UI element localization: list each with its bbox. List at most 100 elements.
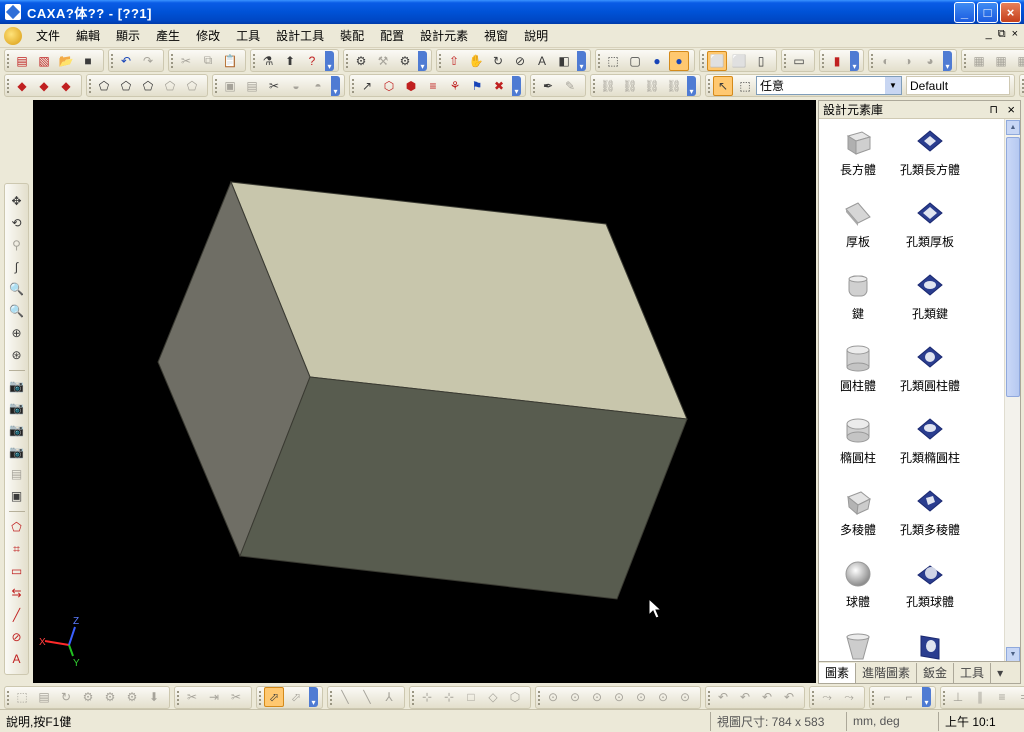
walk-icon[interactable]: ⚲ — [7, 235, 27, 255]
tab-tools[interactable]: 工具 — [954, 662, 992, 683]
toolbar-options-chevron[interactable]: ▾ — [850, 50, 859, 71]
style-field[interactable]: Default — [906, 76, 1010, 95]
arc-tool-2-icon[interactable]: ↶ — [735, 687, 755, 707]
library-scrollbar[interactable]: ▲ ▼ — [1004, 119, 1020, 663]
library-item-box[interactable]: 長方體 — [823, 125, 893, 185]
wireframe-icon[interactable]: ⬚ — [603, 51, 623, 71]
maximize-button[interactable]: □ — [977, 2, 998, 23]
save-icon[interactable]: ■ — [78, 51, 98, 71]
arc-tool-1-icon[interactable]: ↶ — [713, 687, 733, 707]
pan-hand-icon[interactable]: ✋ — [466, 51, 486, 71]
constraint-1-icon[interactable]: ⊥ — [948, 687, 968, 707]
circle-tool-2-icon[interactable]: ⊙ — [565, 687, 585, 707]
rotate-view-icon[interactable]: ↻ — [488, 51, 508, 71]
menu-design-elements[interactable]: 設計元素 — [412, 26, 476, 46]
dim3-icon[interactable]: ⛓ — [642, 76, 662, 96]
frame-icon[interactable]: ▭ — [789, 51, 809, 71]
orbit-icon[interactable]: ⟲ — [7, 213, 27, 233]
grid-icon[interactable]: ▦ — [969, 51, 989, 71]
panel-close-icon[interactable]: × — [1007, 102, 1015, 117]
toolbar-options-chevron[interactable]: ▾ — [922, 687, 931, 707]
realistic-icon[interactable]: ● — [669, 50, 689, 71]
rect-icon[interactable]: ▭ — [7, 561, 27, 581]
circle-tool-7-icon[interactable]: ⊙ — [675, 687, 695, 707]
curve-icon[interactable]: ↗ — [357, 76, 377, 96]
tabs-more-icon[interactable]: ▾ — [991, 663, 1009, 683]
extrude-icon[interactable]: ◆ — [12, 76, 32, 96]
open-folder-icon[interactable]: 📂 — [56, 51, 76, 71]
minimize-button[interactable]: _ — [954, 2, 975, 23]
text-icon[interactable]: A — [7, 649, 27, 669]
circle-icon[interactable]: ⊘ — [7, 627, 27, 647]
sk-btn-4-icon[interactable]: ⚙ — [78, 687, 98, 707]
library-item-box-hole[interactable]: 孔類長方體 — [895, 125, 965, 185]
chevron-down-icon[interactable]: ▼ — [885, 77, 901, 94]
library-item-cylinder[interactable]: 圓柱體 — [823, 341, 893, 401]
menu-modify[interactable]: 修改 — [188, 26, 228, 46]
sketch2-icon[interactable]: ⬠ — [116, 76, 136, 96]
tab-advanced-primitives[interactable]: 進階圖素 — [856, 662, 918, 683]
toolbar-options-chevron[interactable]: ▾ — [325, 50, 334, 71]
surface-icon[interactable]: ⬡ — [379, 76, 399, 96]
circle-tool-6-icon[interactable]: ⊙ — [653, 687, 673, 707]
line-tool-icon[interactable]: ╲ — [335, 687, 355, 707]
close-button[interactable]: × — [1000, 2, 1021, 23]
eyedropper-icon[interactable]: ✒ — [538, 76, 558, 96]
dim4-icon[interactable]: ⛓ — [664, 76, 684, 96]
mdi-close-button[interactable]: × — [1012, 28, 1018, 41]
surface3-icon[interactable]: ≡ — [423, 76, 443, 96]
sketch-draw-icon[interactable]: ⬠ — [7, 517, 27, 537]
undo-icon[interactable]: ↶ — [116, 51, 136, 71]
light-icon[interactable]: ◐ — [876, 51, 896, 71]
sk-btn-7-icon[interactable]: ⬇ — [144, 687, 164, 707]
tools-icon[interactable]: ⚒ — [373, 51, 393, 71]
sk-btn-6-icon[interactable]: ⚙ — [122, 687, 142, 707]
menu-file[interactable]: 文件 — [28, 26, 68, 46]
blend-icon[interactable]: ◒ — [286, 76, 306, 96]
sketch5-icon[interactable]: ⬠ — [182, 76, 202, 96]
library-item-sphere-hole[interactable]: 孔類球體 — [895, 557, 965, 617]
render-icon[interactable]: ⚙ — [351, 51, 371, 71]
chamfer-icon[interactable]: ◓ — [308, 76, 328, 96]
menu-design-tools[interactable]: 設計工具 — [268, 26, 332, 46]
sk-btn-11-icon[interactable]: ⬀ — [264, 687, 284, 707]
diamond-tool-icon[interactable]: ◇ — [483, 687, 503, 707]
toolbar-options-chevron[interactable]: ▾ — [943, 50, 952, 71]
view-cylinder-icon[interactable]: ▯ — [751, 51, 771, 71]
fillet-tool-icon[interactable]: ⌐ — [877, 687, 897, 707]
camera-view-icon[interactable]: 📷 — [7, 376, 27, 396]
dim-tool-1-icon[interactable]: ⊹ — [417, 687, 437, 707]
toolbar-options-chevron[interactable]: ▾ — [418, 50, 427, 71]
move-view-icon[interactable]: ✥ — [7, 191, 27, 211]
view-iso-icon[interactable]: ⬜ — [707, 50, 727, 71]
library-item-elliptic-cylinder[interactable]: 橢圓柱 — [823, 413, 893, 473]
menu-generate[interactable]: 產生 — [148, 26, 188, 46]
camera5-icon[interactable]: ▤ — [7, 464, 27, 484]
caxa-app-icon[interactable] — [5, 4, 21, 20]
sk-btn-3-icon[interactable]: ↻ — [56, 687, 76, 707]
library-item-elliptic-cylinder-hole[interactable]: 孔類橢圓柱 — [895, 413, 965, 473]
toolbar-options-chevron[interactable]: ▾ — [331, 75, 340, 96]
library-item-cone-hole[interactable] — [895, 629, 965, 663]
toolbar-options-chevron[interactable]: ▾ — [309, 687, 318, 707]
shaded-icon[interactable]: ● — [647, 51, 667, 71]
fillet-tool-2-icon[interactable]: ⌐ — [899, 687, 919, 707]
pin-icon[interactable]: ⊓ — [989, 103, 998, 116]
menu-edit[interactable]: 編輯 — [68, 26, 108, 46]
zoom-icon[interactable]: 🔍 — [7, 279, 27, 299]
arc-tool-4-icon[interactable]: ↶ — [779, 687, 799, 707]
library-item-cone[interactable] — [823, 629, 893, 663]
library-item-prism[interactable]: 多稜體 — [823, 485, 893, 545]
dim-icon[interactable]: ⛓ — [598, 76, 618, 96]
library-item-plate[interactable]: 厚板 — [823, 197, 893, 257]
revolve-icon[interactable]: ◆ — [34, 76, 54, 96]
sk-btn-8-icon[interactable]: ✂ — [182, 687, 202, 707]
line-icon[interactable]: ╱ — [7, 605, 27, 625]
grid3-icon[interactable]: ▦ — [1013, 51, 1024, 71]
select-filter-icon[interactable]: ⬚ — [735, 76, 755, 96]
scroll-up-arrow-icon[interactable]: ▲ — [1006, 120, 1020, 135]
hidden-line-icon[interactable]: ▢ — [625, 51, 645, 71]
sweep-icon[interactable]: ◆ — [56, 76, 76, 96]
gear-library-icon[interactable]: ⚙ — [395, 51, 415, 71]
search-part-icon[interactable]: ⚗ — [258, 51, 278, 71]
